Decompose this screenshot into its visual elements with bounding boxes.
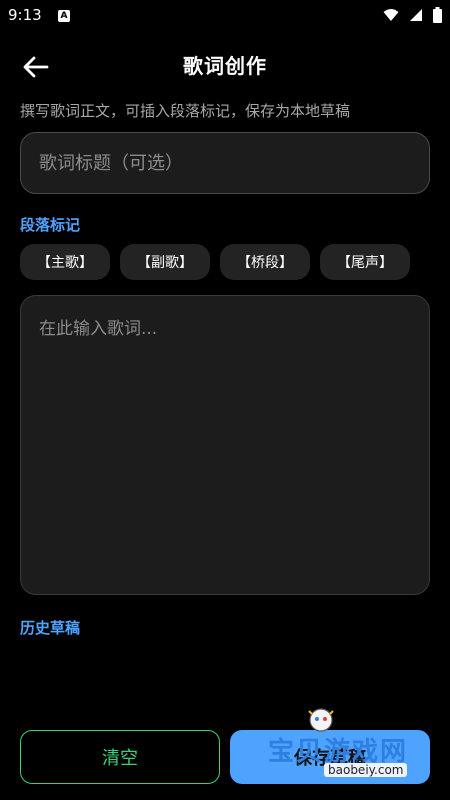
chip-verse[interactable]: 【主歌】 xyxy=(20,244,110,280)
status-icons xyxy=(383,7,442,23)
chip-chorus[interactable]: 【副歌】 xyxy=(120,244,210,280)
page-subtitle: 撰写歌词正文，可插入段落标记，保存为本地草稿 xyxy=(20,102,351,120)
notification-icon: A xyxy=(58,10,70,22)
app-header: 歌词创作 xyxy=(0,40,450,90)
mascot-icon xyxy=(308,708,334,732)
chip-outro[interactable]: 【尾声】 xyxy=(320,244,410,280)
lyrics-input[interactable] xyxy=(20,295,430,595)
clear-button[interactable]: 清空 xyxy=(20,730,220,784)
battery-icon xyxy=(433,7,442,23)
section-marker-chips: 【主歌】 【副歌】 【桥段】 【尾声】 xyxy=(20,244,410,280)
lyrics-title-input[interactable] xyxy=(20,132,430,194)
status-time: 9:13 xyxy=(8,6,42,24)
signal-icon xyxy=(410,9,422,21)
chip-bridge[interactable]: 【桥段】 xyxy=(220,244,310,280)
page-title: 歌词创作 xyxy=(183,54,267,78)
status-bar: 9:13 A xyxy=(0,0,450,32)
wifi-icon xyxy=(383,9,399,21)
history-drafts-label[interactable]: 历史草稿 xyxy=(20,617,80,638)
save-draft-button[interactable]: 保存草稿 xyxy=(230,730,430,784)
section-markers-label: 段落标记 xyxy=(20,216,81,234)
